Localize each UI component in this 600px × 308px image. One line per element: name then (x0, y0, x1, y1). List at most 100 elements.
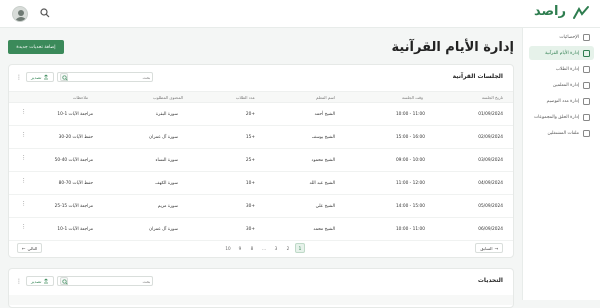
cell-date: 05/09/2024 (478, 204, 503, 209)
row-menu-icon[interactable]: ⋮ (21, 224, 27, 230)
book-icon (583, 49, 590, 57)
export-button[interactable]: تصدير (26, 276, 55, 286)
col-students: عدد الطلاب (235, 95, 255, 100)
search-icon[interactable] (60, 277, 69, 285)
cell-teacher: الشيخ علي (315, 204, 335, 209)
row-menu-icon[interactable]: ⋮ (21, 155, 27, 161)
challenges-toolbar: ⋮ تصدير (15, 275, 154, 287)
col-notes: ملاحظات (72, 95, 88, 100)
cell-time: 10:00 - 11:00 (395, 227, 425, 232)
cell-teacher: الشيخ يوسف (311, 135, 335, 140)
col-content: المحتوى المطلوب (153, 95, 183, 100)
page-number-current[interactable]: 1 (295, 243, 305, 253)
next-page-button[interactable]: ← التالي (17, 243, 43, 253)
prev-label: السابق (480, 245, 493, 251)
cell-date: 01/09/2024 (478, 112, 503, 117)
cell-content: سورة الكهف (155, 181, 178, 186)
sidebar-item-students[interactable]: إدارة الطلاب (529, 62, 594, 76)
row-menu-icon[interactable]: ⋮ (21, 109, 27, 115)
page-numbers: 10 9 8 ... 3 2 1 1 (223, 243, 305, 253)
arrow-left-icon: ← (22, 245, 26, 251)
table-row[interactable]: 03/09/2024 09:00 - 10:00 الشيخ محمود 25+… (9, 149, 513, 172)
page-number[interactable]: 10 (223, 243, 233, 253)
cell-students: 30+ (245, 204, 255, 209)
search-input[interactable] (70, 278, 151, 284)
page-number[interactable]: 9 (235, 243, 245, 253)
page-number[interactable]: 2 (283, 243, 293, 253)
cell-notes: حفظ الآيات 70-80 (58, 181, 93, 186)
search-input[interactable] (70, 74, 151, 80)
table-row[interactable]: 01/09/2024 10:00 - 11:00 الشيخ أحمد 20+ … (9, 103, 513, 126)
sidebar-item-statistics[interactable]: الإحصائيات (529, 30, 594, 44)
cell-notes: مراجعة الآيات 15-25 (54, 204, 93, 209)
sidebar-item-label: إدارة الطلاب (555, 66, 579, 72)
cell-content: سورة النساء (155, 158, 178, 163)
col-date: تاريخ الجلسة (481, 95, 503, 100)
page-ellipsis: ... (262, 245, 266, 251)
cell-time: 11:00 - 12:00 (395, 181, 425, 186)
sidebar-item-label: الإحصائيات (559, 34, 579, 40)
sidebar-item-periods[interactable]: إدارة مدد التوصيم (529, 94, 594, 108)
page-title: إدارة الأيام القرآنية (391, 40, 514, 55)
cell-time: 10:00 - 11:00 (395, 112, 425, 117)
sidebar-item-quran-days[interactable]: إدارة الأيام القرآنية (529, 46, 594, 60)
add-challenges-button[interactable]: إضافة تحديات جديدة (8, 40, 64, 54)
sidebar-item-groups[interactable]: إدارة الحلق والمجموعات (529, 110, 594, 124)
upload-icon (44, 278, 49, 284)
col-time: وقت الجلسة (402, 95, 423, 100)
table-header: تاريخ الجلسة وقت الجلسة اسم المعلم عدد ا… (9, 91, 513, 103)
cell-students: 20+ (245, 112, 255, 117)
teacher-icon (583, 81, 590, 89)
sidebar-item-label: إدارة الأيام القرآنية (545, 50, 579, 56)
search-icon[interactable] (60, 73, 69, 81)
challenges-title: التحديات (477, 277, 503, 284)
page-number[interactable]: 8 (247, 243, 257, 253)
cell-time: 15:00 - 16:00 (395, 135, 425, 140)
sidebar-item-label: ملفات المشتغلين (547, 130, 579, 136)
cell-time: 14:00 - 15:00 (395, 204, 425, 209)
group-icon (583, 113, 590, 121)
cell-students: 30+ (245, 227, 255, 232)
sessions-search (57, 72, 154, 82)
cell-content: سورة آل عمران (149, 135, 178, 140)
users-icon (583, 65, 590, 73)
cell-students: 15+ (245, 135, 255, 140)
cell-students: 25+ (245, 158, 255, 163)
export-button[interactable]: تصدير (26, 72, 55, 82)
avatar[interactable] (12, 6, 28, 22)
table-row[interactable]: 05/09/2024 14:00 - 15:00 الشيخ علي 30+ س… (9, 195, 513, 218)
row-menu-icon[interactable]: ⋮ (21, 132, 27, 138)
table-header (9, 295, 513, 305)
row-menu-icon[interactable]: ⋮ (21, 201, 27, 207)
upload-icon (44, 74, 49, 80)
chart-icon (583, 33, 590, 41)
cell-students: 10+ (245, 181, 255, 186)
more-options-icon[interactable]: ⋮ (15, 275, 23, 287)
cell-teacher: الشيخ محمود (311, 158, 335, 163)
table-row[interactable]: 04/09/2024 11:00 - 12:00 الشيخ عبد الله … (9, 172, 513, 195)
sessions-toolbar: ⋮ تصدير (15, 71, 154, 83)
cell-content: سورة البقرة (155, 112, 178, 117)
cell-notes: حفظ الآيات 20-30 (58, 135, 93, 140)
search-icon[interactable] (40, 8, 50, 18)
sidebar-item-files[interactable]: ملفات المشتغلين (529, 126, 594, 140)
cell-date: 06/09/2024 (478, 227, 503, 232)
cell-date: 03/09/2024 (478, 158, 503, 163)
cell-teacher: الشيخ عبد الله (309, 181, 335, 186)
table-row[interactable]: 02/09/2024 15:00 - 16:00 الشيخ يوسف 15+ … (9, 126, 513, 149)
next-label: التالي (27, 245, 38, 251)
row-menu-icon[interactable]: ⋮ (21, 178, 27, 184)
calendar-icon (583, 97, 590, 105)
cell-date: 02/09/2024 (478, 135, 503, 140)
sidebar-item-teachers[interactable]: إدارة المعلمين (529, 78, 594, 92)
table-row[interactable]: 06/09/2024 10:00 - 11:00 الشيخ محمد 30+ … (9, 218, 513, 241)
more-options-icon[interactable]: ⋮ (15, 71, 23, 83)
top-bar: راصد (0, 0, 600, 28)
logo-icon (573, 6, 589, 19)
cell-time: 09:00 - 10:00 (395, 158, 425, 163)
sessions-title: الجلسات القرآنية (452, 73, 503, 80)
sidebar-item-label: إدارة الحلق والمجموعات (533, 114, 579, 120)
page-number[interactable]: 3 (271, 243, 281, 253)
prev-page-button[interactable]: السابق → (475, 243, 503, 253)
cell-content: سورة آل عمران (149, 227, 178, 232)
